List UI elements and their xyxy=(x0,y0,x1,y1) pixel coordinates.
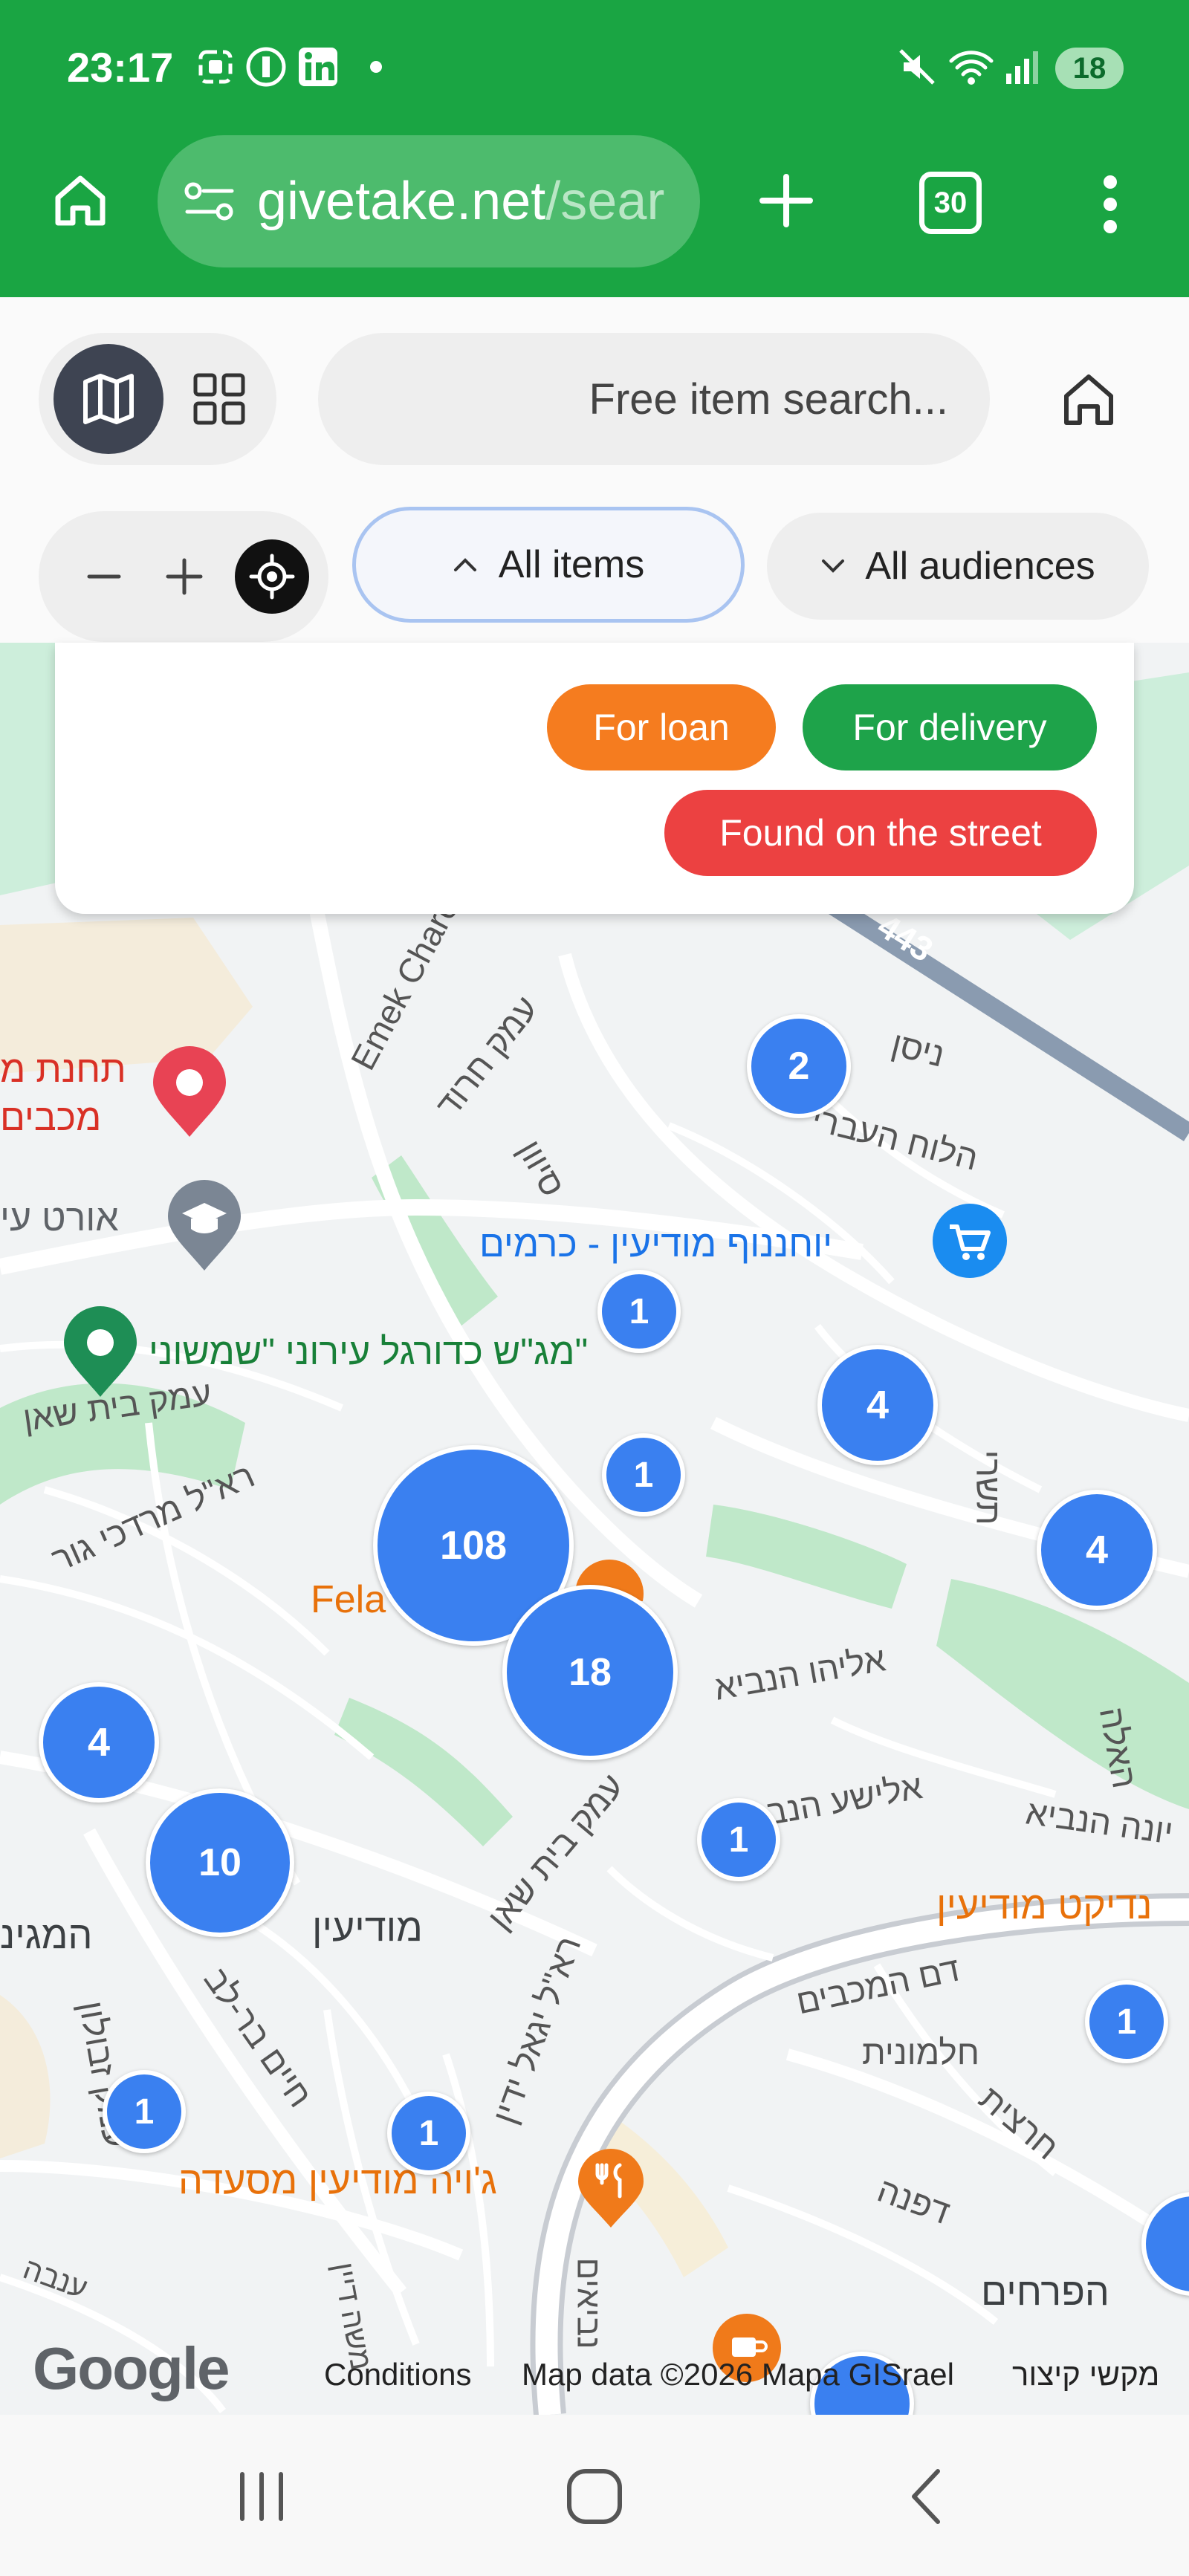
poi-label: תחנת מ xyxy=(0,1048,126,1090)
chip-for-loan[interactable]: For loan xyxy=(547,684,776,770)
app-header: Free item search... All items All audien… xyxy=(0,297,1189,643)
back-nav-icon[interactable] xyxy=(869,2452,988,2541)
map-cluster-marker[interactable]: 1 xyxy=(602,1433,685,1516)
url-host: givetake.net xyxy=(257,172,546,231)
poi-label: יוחננוף מודיעין - כרמים xyxy=(479,1223,833,1265)
street-label: חלמונית xyxy=(862,2033,979,2071)
home-nav-icon[interactable] xyxy=(535,2452,654,2541)
chevron-down-icon xyxy=(822,559,845,573)
stadium-pin-icon[interactable] xyxy=(59,1304,141,1404)
wifi-icon xyxy=(947,46,996,88)
chip-for-delivery[interactable]: For delivery xyxy=(803,684,1097,770)
view-toggle xyxy=(39,333,276,465)
signal-icon xyxy=(1003,46,1040,88)
tab-count: 30 xyxy=(919,172,982,234)
recent-apps-icon[interactable] xyxy=(202,2452,321,2541)
map-cluster-marker[interactable]: 1 xyxy=(697,1798,780,1881)
audience-filter-label: All audiences xyxy=(865,545,1095,588)
map-view-button[interactable] xyxy=(54,344,163,454)
grid-icon xyxy=(193,373,245,425)
poi-label: מג"ש כדורגל עירוני "שמשוני" xyxy=(149,1331,589,1372)
street-label: המגינ xyxy=(0,1914,93,1957)
map-conditions-link[interactable]: Conditions xyxy=(324,2357,471,2392)
dot-icon xyxy=(367,46,385,88)
poi-red-pin-icon[interactable] xyxy=(149,1044,230,1144)
browser-home-icon[interactable] xyxy=(36,149,125,253)
map-cluster-marker[interactable]: 4 xyxy=(39,1682,159,1803)
map-cluster-marker[interactable]: 1 xyxy=(597,1270,681,1353)
map-cluster-marker[interactable]: 4 xyxy=(817,1345,938,1465)
map-cluster-marker[interactable]: 18 xyxy=(502,1585,678,1760)
app-home-button[interactable] xyxy=(1040,349,1137,449)
search-placeholder: Free item search... xyxy=(589,374,948,424)
audience-filter-dropdown[interactable]: All audiences xyxy=(767,513,1149,620)
app-notification-icon xyxy=(244,46,288,88)
restaurant-pin-icon[interactable] xyxy=(574,2147,648,2233)
street-label: הפרחים xyxy=(981,2271,1109,2314)
street-label: נביאים xyxy=(570,2257,607,2349)
map-cluster-marker[interactable]: 1 xyxy=(1085,1980,1168,2063)
shopping-cart-pin-icon[interactable] xyxy=(929,1200,1011,1300)
mute-icon xyxy=(895,46,939,88)
map-cluster-marker[interactable]: 4 xyxy=(1037,1490,1157,1610)
crosshair-icon xyxy=(249,554,295,600)
items-filter-panel: For loan For delivery Found on the stree… xyxy=(55,643,1134,914)
chip-found-on-street[interactable]: Found on the street xyxy=(664,790,1097,876)
grid-view-button[interactable] xyxy=(171,344,268,454)
poi-label: אורט עי xyxy=(0,1197,119,1239)
new-tab-icon[interactable] xyxy=(743,149,829,253)
linkedin-icon xyxy=(296,46,340,88)
map-cluster-marker[interactable]: 1 xyxy=(387,2092,470,2175)
google-logo: Google xyxy=(33,2335,230,2401)
status-time: 23:17 xyxy=(67,44,174,91)
map-icon xyxy=(83,374,134,424)
keyboard-shortcuts-link[interactable]: מקשי קיצור xyxy=(1012,2357,1159,2392)
site-info-icon[interactable] xyxy=(183,179,236,224)
system-nav-bar xyxy=(0,2415,1189,2576)
zoom-in-button[interactable] xyxy=(140,532,229,621)
poi-label: Fela xyxy=(311,1578,386,1621)
street-label: תשרי xyxy=(969,1450,1008,1525)
town-label: מודיעין xyxy=(312,1907,423,1950)
zoom-out-button[interactable] xyxy=(59,532,149,621)
map-cluster-marker[interactable]: 2 xyxy=(747,1014,851,1118)
status-bar: 23:17 18 xyxy=(0,0,1189,141)
my-location-button[interactable] xyxy=(235,539,309,614)
url-bar[interactable]: givetake.net/sear xyxy=(158,135,700,267)
url-path: /sear xyxy=(545,172,665,231)
items-filter-dropdown[interactable]: All items xyxy=(352,507,745,623)
items-filter-label: All items xyxy=(498,543,645,586)
map-cluster-marker[interactable]: 1 xyxy=(103,2070,186,2153)
poi-label: מכבים xyxy=(0,1097,102,1138)
battery-indicator: 18 xyxy=(1055,48,1124,89)
map-data-attribution: Map data ©2026 Mapa GISrael xyxy=(522,2357,954,2392)
screenshot-icon xyxy=(195,46,236,88)
poi-label: נדיקט מודיעין xyxy=(936,1884,1153,1927)
school-pin-icon[interactable] xyxy=(163,1178,245,1278)
menu-icon[interactable] xyxy=(1073,156,1147,253)
home-icon xyxy=(1064,374,1113,425)
chevron-up-icon xyxy=(453,558,476,571)
item-search-input[interactable]: Free item search... xyxy=(318,333,990,465)
tab-switcher-button[interactable]: 30 xyxy=(910,162,991,244)
zoom-controls xyxy=(39,511,328,642)
map-cluster-marker[interactable]: 10 xyxy=(146,1788,294,1937)
